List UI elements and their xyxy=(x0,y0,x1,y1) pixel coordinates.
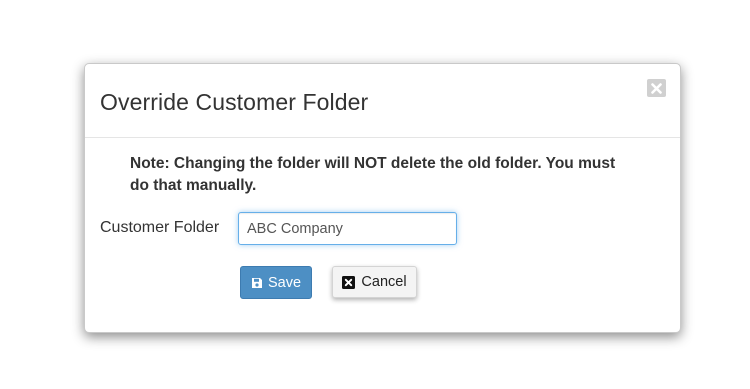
warning-note: Note: Changing the folder will NOT delet… xyxy=(130,155,616,194)
customer-folder-input[interactable] xyxy=(238,212,457,245)
floppy-disk-icon xyxy=(251,277,263,289)
save-button[interactable]: Save xyxy=(240,266,312,299)
close-square-icon xyxy=(342,275,356,289)
cancel-button[interactable]: Cancel xyxy=(332,266,417,298)
save-button-label: Save xyxy=(267,274,302,291)
dialog-title: Override Customer Folder xyxy=(100,89,369,115)
customer-folder-label: Customer Folder xyxy=(100,219,220,236)
override-folder-dialog: Override Customer Folder Note: Changing … xyxy=(84,63,681,333)
dialog-header: Override Customer Folder xyxy=(85,64,680,138)
cancel-button-label: Cancel xyxy=(361,274,407,290)
close-button[interactable] xyxy=(647,79,666,97)
page: Override Customer Folder Note: Changing … xyxy=(0,0,750,389)
